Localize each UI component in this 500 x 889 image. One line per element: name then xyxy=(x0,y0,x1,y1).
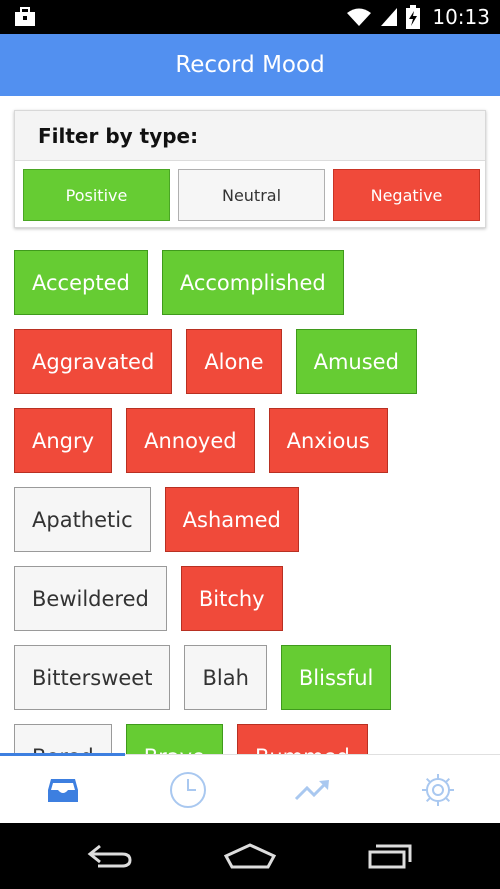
mood-list[interactable]: Accepted Accomplished Aggravated Alone A… xyxy=(0,236,500,754)
mood-button-bored[interactable]: Bored xyxy=(14,724,112,754)
clock-icon xyxy=(169,771,206,808)
back-icon xyxy=(87,844,132,868)
mood-button-brave[interactable]: Brave xyxy=(125,724,223,754)
mood-button-bittersweet[interactable]: Bittersweet xyxy=(14,645,171,710)
mood-button-apathetic[interactable]: Apathetic xyxy=(14,487,151,552)
filter-neutral-button[interactable]: Neutral xyxy=(178,169,325,221)
filter-positive-button[interactable]: Positive xyxy=(23,169,170,221)
mood-button-bitchy[interactable]: Bitchy xyxy=(180,566,283,631)
recents-icon xyxy=(368,844,412,869)
filter-panel: Filter by type: Positive Neutral Negativ… xyxy=(14,110,486,228)
nav-back-button[interactable] xyxy=(60,823,160,889)
battery-charging-icon xyxy=(406,5,421,29)
mood-button-bummed[interactable]: Bummed xyxy=(236,724,368,754)
trend-icon xyxy=(294,779,329,800)
tab-record[interactable] xyxy=(0,755,125,824)
mood-button-ashamed[interactable]: Ashamed xyxy=(164,487,299,552)
tab-settings[interactable] xyxy=(375,755,500,824)
signal-icon xyxy=(381,8,398,26)
mood-button-accepted[interactable]: Accepted xyxy=(14,250,148,315)
app-bar: Record Mood xyxy=(0,34,500,96)
mood-button-accomplished[interactable]: Accomplished xyxy=(161,250,344,315)
tab-trends[interactable] xyxy=(250,755,375,824)
mood-row: Bittersweet Blah Blissful xyxy=(14,645,392,710)
system-nav-bar xyxy=(0,823,500,889)
filter-label: Filter by type: xyxy=(38,123,199,148)
status-time: 10:13 xyxy=(432,5,490,29)
status-bar: 10:13 xyxy=(0,0,500,34)
inbox-icon xyxy=(47,778,78,802)
filter-header: Filter by type: xyxy=(15,111,485,161)
mood-button-blissful[interactable]: Blissful xyxy=(280,645,392,710)
mood-button-amused[interactable]: Amused xyxy=(295,329,417,394)
mood-row: Bored Brave Bummed xyxy=(14,724,368,754)
mood-button-angry[interactable]: Angry xyxy=(14,408,113,473)
mood-button-aggravated[interactable]: Aggravated xyxy=(14,329,173,394)
tab-history[interactable] xyxy=(125,755,250,824)
home-icon xyxy=(224,843,276,869)
mood-row: Apathetic Ashamed xyxy=(14,487,299,552)
mood-button-bewildered[interactable]: Bewildered xyxy=(14,566,167,631)
page-title: Record Mood xyxy=(175,52,325,78)
mood-row: Accepted Accomplished xyxy=(14,250,344,315)
mood-row: Bewildered Bitchy xyxy=(14,566,283,631)
filter-negative-button[interactable]: Negative xyxy=(333,169,480,221)
tab-bar xyxy=(0,753,500,824)
wifi-icon xyxy=(347,8,372,26)
mood-button-blah[interactable]: Blah xyxy=(184,645,267,710)
mood-row: Aggravated Alone Amused xyxy=(14,329,417,394)
briefcase-icon xyxy=(15,7,35,26)
mood-button-anxious[interactable]: Anxious xyxy=(268,408,388,473)
nav-home-button[interactable] xyxy=(200,823,300,889)
mood-button-annoyed[interactable]: Annoyed xyxy=(126,408,255,473)
filter-buttons: Positive Neutral Negative xyxy=(23,169,480,221)
status-icons: 10:13 xyxy=(346,0,490,34)
gear-icon xyxy=(421,773,454,806)
nav-recents-button[interactable] xyxy=(340,823,440,889)
mood-button-alone[interactable]: Alone xyxy=(186,329,282,394)
mood-row: Angry Annoyed Anxious xyxy=(14,408,388,473)
